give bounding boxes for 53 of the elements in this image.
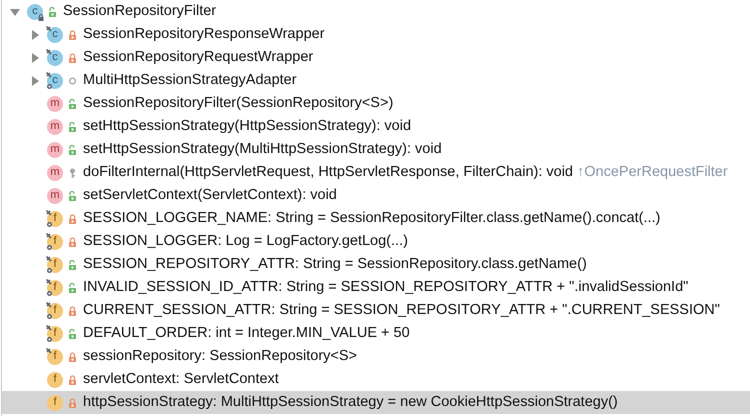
class-badge-icon: c xyxy=(47,50,63,66)
expand-arrow-icon[interactable] xyxy=(30,76,40,86)
method-signature: setHttpSessionStrategy(MultiHttpSessionStrategy): void xyxy=(83,140,442,159)
method-signature: setServletContext(ServletContext): void xyxy=(83,186,337,205)
tree-row[interactable]: f CURRENT_SESSION_ATTR: String = SESSION_REPOSITORY_ATTR + ".CURRENT_SESSION" xyxy=(2,299,750,322)
field-declaration: CURRENT_SESSION_ATTR: String = SESSION_REPOSITORY_ATTR + ".CURRENT_SESSION" xyxy=(83,300,720,320)
inherited-from-label: ↑OncePerRequestFilter xyxy=(577,162,728,182)
class-name: SessionRepositoryResponseWrapper xyxy=(83,24,325,44)
class-name: SessionRepositoryFilter xyxy=(63,2,216,21)
method-badge-icon: m xyxy=(47,142,63,158)
method-badge-icon: m xyxy=(47,164,63,180)
field-declaration: INVALID_SESSION_ID_ATTR: String = SESSION_REPOSITORY_ATTR + ".invalidSessionId" xyxy=(83,278,688,297)
tree-row[interactable]: m setHttpSessionStrategy(MultiHttpSessionStrategy): void xyxy=(2,138,750,161)
class-name: SessionRepositoryRequestWrapper xyxy=(83,48,314,67)
class-name: MultiHttpSessionStrategyAdapter xyxy=(83,70,297,90)
tree-row[interactable]: c SessionRepositoryResponseWrapper xyxy=(2,23,750,46)
tree-row[interactable]: c SessionRepositoryRequestWrapper xyxy=(2,46,750,69)
tree-row[interactable]: m setHttpSessionStrategy(HttpSessionStrategy): void xyxy=(2,115,750,138)
field-declaration: SESSION_REPOSITORY_ATTR: String = SessionRepository.class.getName() xyxy=(83,254,587,274)
tree-row[interactable]: m setServletContext(ServletContext): void xyxy=(2,184,750,207)
field-badge-icon: f xyxy=(47,348,63,364)
collapse-arrow-icon[interactable] xyxy=(10,6,20,16)
field-declaration: httpSessionStrategy: MultiHttpSessionStrategy = new CookieHttpSessionStrategy() xyxy=(83,392,618,412)
tree-row[interactable]: f sessionRepository: SessionRepository<S> xyxy=(2,345,750,368)
field-declaration: SESSION_LOGGER: Log = LogFactory.getLog(...) xyxy=(83,232,408,251)
lock-overlay-icon xyxy=(38,14,44,20)
tree-row[interactable]: f SESSION_LOGGER: Log = LogFactory.getLog(...) xyxy=(2,230,750,253)
class-badge-icon: c xyxy=(27,4,43,20)
method-signature: SessionRepositoryFilter(SessionRepository<S>) xyxy=(83,94,394,113)
tree-row[interactable]: m doFilterInternal(HttpServletRequest, HttpServletResponse, FilterChain): void ↑OncePerRequestFilter xyxy=(2,161,750,184)
method-signature: setHttpSessionStrategy(HttpSessionStrategy): void xyxy=(83,116,412,136)
tree-row[interactable]: f INVALID_SESSION_ID_ATTR: String = SESSION_REPOSITORY_ATTR + ".invalidSessionId" xyxy=(2,276,750,299)
method-badge-icon: m xyxy=(47,96,63,112)
tree-row[interactable]: f SESSION_REPOSITORY_ATTR: String = SessionRepository.class.getName() xyxy=(2,253,750,276)
field-badge-icon: f xyxy=(47,372,63,388)
tree-row[interactable]: m SessionRepositoryFilter(SessionRepository<S>) xyxy=(2,92,750,115)
field-declaration: servletContext: ServletContext xyxy=(83,370,279,389)
tree-row[interactable]: c SessionRepositoryFilter xyxy=(2,0,750,23)
tree-row[interactable]: f SESSION_LOGGER_NAME: String = SessionRepositoryFilter.class.getName().concat(...) xyxy=(2,207,750,230)
tree-row[interactable]: c MultiHttpSessionStrategyAdapter xyxy=(2,69,750,92)
expand-arrow-icon[interactable] xyxy=(30,30,40,40)
method-signature: doFilterInternal(HttpServletRequest, HttpServletResponse, FilterChain): void xyxy=(83,162,573,182)
field-badge-icon: f xyxy=(47,394,63,410)
tree-row[interactable]: f DEFAULT_ORDER: int = Integer.MIN_VALUE + 50 xyxy=(2,322,750,345)
field-declaration: sessionRepository: SessionRepository<S> xyxy=(83,346,358,366)
tree-row[interactable]: f httpSessionStrategy: MultiHttpSessionStrategy = new CookieHttpSessionStrategy() xyxy=(2,391,750,414)
method-badge-icon: m xyxy=(47,118,63,134)
field-declaration: SESSION_LOGGER_NAME: String = SessionRepositoryFilter.class.getName().concat(...) xyxy=(83,208,660,228)
field-declaration: DEFAULT_ORDER: int = Integer.MIN_VALUE + 50 xyxy=(83,324,410,343)
method-badge-icon: m xyxy=(47,188,63,204)
class-badge-icon: c xyxy=(47,26,63,42)
expand-arrow-icon[interactable] xyxy=(30,52,40,62)
tree-row[interactable]: f servletContext: ServletContext xyxy=(2,368,750,391)
